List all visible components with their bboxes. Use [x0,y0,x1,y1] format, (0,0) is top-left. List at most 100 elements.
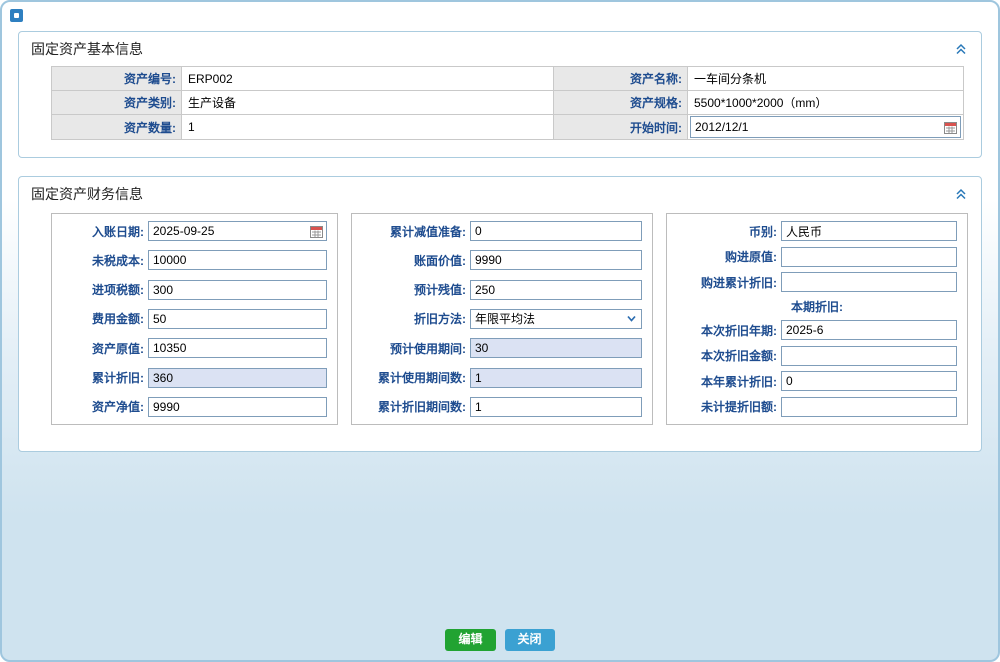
finance-group-cost: 入账日期: 未税成本: 进项税额: 费用金额: [51,213,338,425]
app-icon-glyph [14,13,19,18]
field-label: 费用金额: [62,310,144,327]
field-label: 购进累计折旧: [677,274,777,291]
table-row: 资产数量: 1 开始时间: [52,115,964,140]
field-row: 进项税额: [62,280,327,300]
net-value-input[interactable] [148,397,327,417]
field-label: 币别: [677,223,777,240]
field-label: 资产净值: [62,398,144,415]
field-label: 账面价值: [362,252,466,269]
current-depreciation-section-label: 本期折旧: [791,298,843,315]
field-row: 累计折旧: [62,368,327,388]
app-icon [10,9,23,22]
basic-panel-header: 固定资产基本信息 [31,38,969,60]
table-row: 资产类别: 生产设备 资产规格: 5500*1000*2000（mm） [52,91,964,115]
used-periods-input [470,368,642,388]
finance-info-panel: 固定资产财务信息 入账日期: 未税成本: [18,176,982,452]
original-value-input[interactable] [148,338,327,358]
accumulated-depreciation-input [148,368,327,388]
field-label: 本次折旧金额: [677,347,777,364]
calendar-icon[interactable] [944,121,957,134]
pre-tax-cost-input[interactable] [148,250,327,270]
field-label: 折旧方法: [362,310,466,327]
basic-info-panel: 固定资产基本信息 资产编号: ERP002 资产名称: 一车间分条机 资产类别:… [18,31,982,158]
field-label: 资产原值: [62,340,144,357]
selected-option-label: 年限平均法 [475,310,535,327]
finance-group-depreciation: 累计减值准备: 账面价值: 预计残值: 折旧方法: 年限平均法 [351,213,653,425]
table-row: 资产编号: ERP002 资产名称: 一车间分条机 [52,67,964,91]
field-row: 未税成本: [62,250,327,270]
unprovided-depreciation-input[interactable] [781,397,957,417]
residual-value-input[interactable] [470,280,642,300]
field-label: 累计减值准备: [362,223,466,240]
field-label: 开始时间: [554,115,688,140]
field-value: ERP002 [182,67,554,91]
entry-date-field[interactable] [149,224,310,238]
edit-button[interactable]: 编辑 [445,629,495,651]
input-tax-input[interactable] [148,280,327,300]
field-row: 本次折旧金额: [677,346,957,366]
field-value [688,115,964,140]
field-row: 购进累计折旧: [677,272,957,292]
field-row: 资产净值: [62,397,327,417]
field-row: 未计提折旧额: [677,397,957,417]
field-label: 资产名称: [554,67,688,91]
field-label: 进项税额: [62,281,144,298]
year-accum-depreciation-input[interactable] [781,371,957,391]
expense-amount-input[interactable] [148,309,327,329]
finance-panel-header: 固定资产财务信息 [31,183,969,205]
page: 固定资产基本信息 资产编号: ERP002 资产名称: 一车间分条机 资产类别:… [0,0,1000,662]
field-row: 累计折旧期间数: [362,397,642,417]
field-row: 预计使用期间: [362,338,642,358]
field-row: 费用金额: [62,309,327,329]
entry-date-input[interactable] [148,221,327,241]
purchase-accum-depreciation-input[interactable] [781,272,957,292]
field-row: 折旧方法: 年限平均法 [362,309,642,329]
basic-panel-title: 固定资产基本信息 [31,39,143,59]
field-label: 入账日期: [62,223,144,240]
field-label: 累计折旧期间数: [362,398,466,415]
close-button[interactable]: 关闭 [505,629,555,651]
field-label: 购进原值: [677,248,777,265]
book-value-input[interactable] [470,250,642,270]
field-row: 购进原值: [677,247,957,267]
finance-group-current-period: 币别: 购进原值: 购进累计折旧: 本期折旧: 本次折旧年期: [666,213,968,425]
currency-input[interactable] [781,221,957,241]
field-label: 资产规格: [554,91,688,115]
field-row: 累计减值准备: [362,221,642,241]
start-date-input[interactable] [690,116,961,138]
field-row: 预计残值: [362,280,642,300]
depreciation-periods-input[interactable] [470,397,642,417]
action-button-bar: 编辑 关闭 [2,629,998,651]
field-label: 预计残值: [362,281,466,298]
impairment-reserve-input[interactable] [470,221,642,241]
field-label: 本年累计折旧: [677,373,777,390]
depreciation-method-select[interactable]: 年限平均法 [470,309,642,329]
calendar-icon[interactable] [310,225,323,238]
start-date-field[interactable] [691,117,944,137]
current-depreciation-period-input[interactable] [781,320,957,340]
field-label: 累计使用期间数: [362,369,466,386]
field-value: 生产设备 [182,91,554,115]
finance-groups: 入账日期: 未税成本: 进项税额: 费用金额: [51,213,969,425]
purchase-original-value-input[interactable] [781,247,957,267]
field-row: 币别: [677,221,957,241]
field-value: 5500*1000*2000（mm） [688,91,964,115]
current-depreciation-amount-input[interactable] [781,346,957,366]
field-row: 入账日期: [62,221,327,241]
field-label: 预计使用期间: [362,340,466,357]
section-header-row: 本期折旧: [677,298,957,315]
field-label: 未税成本: [62,252,144,269]
field-label: 未计提折旧额: [677,398,777,415]
field-label: 资产类别: [52,91,182,115]
finance-panel-title: 固定资产财务信息 [31,184,143,204]
collapse-basic-icon[interactable] [953,41,969,57]
field-label: 本次折旧年期: [677,322,777,339]
field-label: 资产编号: [52,67,182,91]
field-row: 资产原值: [62,338,327,358]
field-label: 累计折旧: [62,369,144,386]
expected-periods-input [470,338,642,358]
collapse-finance-icon[interactable] [953,186,969,202]
field-row: 本年累计折旧: [677,371,957,391]
field-value: 一车间分条机 [688,67,964,91]
field-row: 账面价值: [362,250,642,270]
